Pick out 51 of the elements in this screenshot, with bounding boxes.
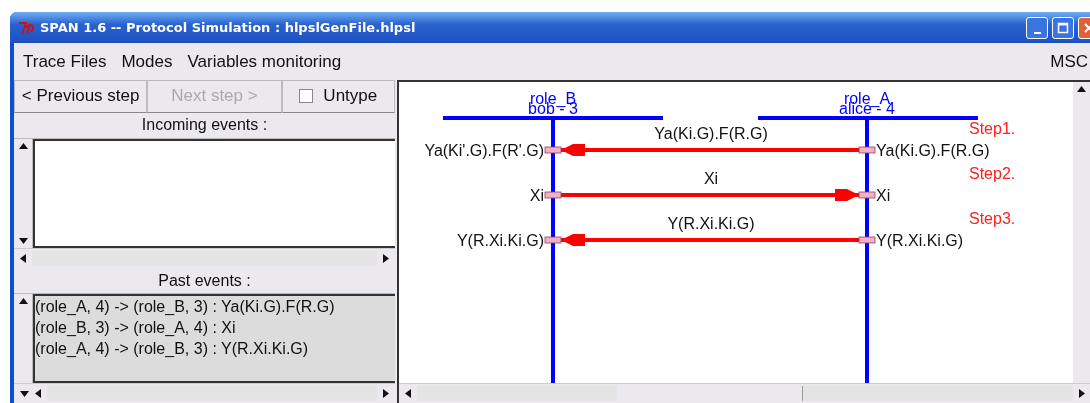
window-title: SPAN 1.6 -- Protocol Simulation : hlpslGenFile.hlpsl [40,20,416,35]
scroll-down-icon[interactable] [20,390,29,397]
step-label: Step1. [969,120,1016,137]
menu-item[interactable]: Trace Files [23,51,107,72]
scroll-up-icon[interactable] [1076,86,1086,92]
step-label: Step2. [969,165,1016,182]
scroll-right-icon[interactable] [383,253,389,263]
previous-step-button[interactable]: < Previous step [14,80,148,113]
maximize-button[interactable] [1052,16,1074,39]
scroll-left-icon[interactable] [405,389,411,398]
message-port [544,236,562,244]
message-label: Xi [703,170,719,187]
scroll-right-icon[interactable] [1079,389,1085,398]
maximize-icon [1057,21,1069,34]
received-message: Y(R.Xi.Ki.G) [456,232,544,249]
received-message: Xi [529,187,544,204]
scroll-up-icon[interactable] [18,298,28,305]
scroll-right-icon[interactable] [383,389,389,399]
scroll-up-icon[interactable] [18,143,28,150]
message-port [858,191,876,199]
horizontal-scrollbar[interactable] [399,383,1090,403]
sent-message: Y(R.Xi.Ki.G) [876,232,964,249]
scroll-left-icon[interactable] [20,253,26,263]
checkbox-label: Untype [323,86,378,107]
event-entry[interactable]: (role_A, 4) -> (role_B, 3) : Ya(Ki.G).F(R.G) [35,296,395,318]
incoming-events-list[interactable] [33,139,395,248]
scroll-left-icon[interactable] [35,389,41,399]
sent-message: Xi [876,187,891,204]
message-port [544,191,562,199]
horizontal-scrollbar[interactable] [14,383,395,403]
minimize-button[interactable] [1026,16,1048,39]
message-port [858,146,876,154]
event-entry[interactable]: (role_A, 4) -> (role_B, 3) : Y(R.Xi.Ki.G) [35,338,395,360]
scroll-down-icon[interactable] [18,237,28,244]
sent-message: Ya(Ki.G).F(R.G) [876,142,990,159]
horizontal-scrollbar[interactable] [14,247,395,268]
message-label: Ya(Ki.G).F(R.G) [654,125,768,142]
past-events-list[interactable]: (role_A, 4) -> (role_B, 3) : Ya(Ki.G).F(R.G) (role_B, 3) -> (role_A, 4) : Xi (role_A, 4) -> (role_B, 3) : Y(R.Xi.Ki.G) [33,294,395,384]
menu-item[interactable]: MSC [1050,51,1088,72]
event-entry[interactable]: (role_B, 3) -> (role_A, 4) : Xi [35,317,395,339]
app-logo-icon [18,20,34,35]
scrollbar-thumb[interactable] [617,386,803,401]
menu-item[interactable]: Variables monitoring [187,51,342,72]
received-message: Ya(Ki'.G).F(R'.G) [424,142,544,159]
message-port [858,236,876,244]
menu-item[interactable]: Modes [121,51,173,72]
minimize-icon [1033,31,1041,34]
checkbox[interactable] [299,89,314,104]
message-port [544,146,562,154]
message-label: Y(R.Xi.Ki.G) [667,215,755,232]
step-label: Step3. [969,210,1016,227]
